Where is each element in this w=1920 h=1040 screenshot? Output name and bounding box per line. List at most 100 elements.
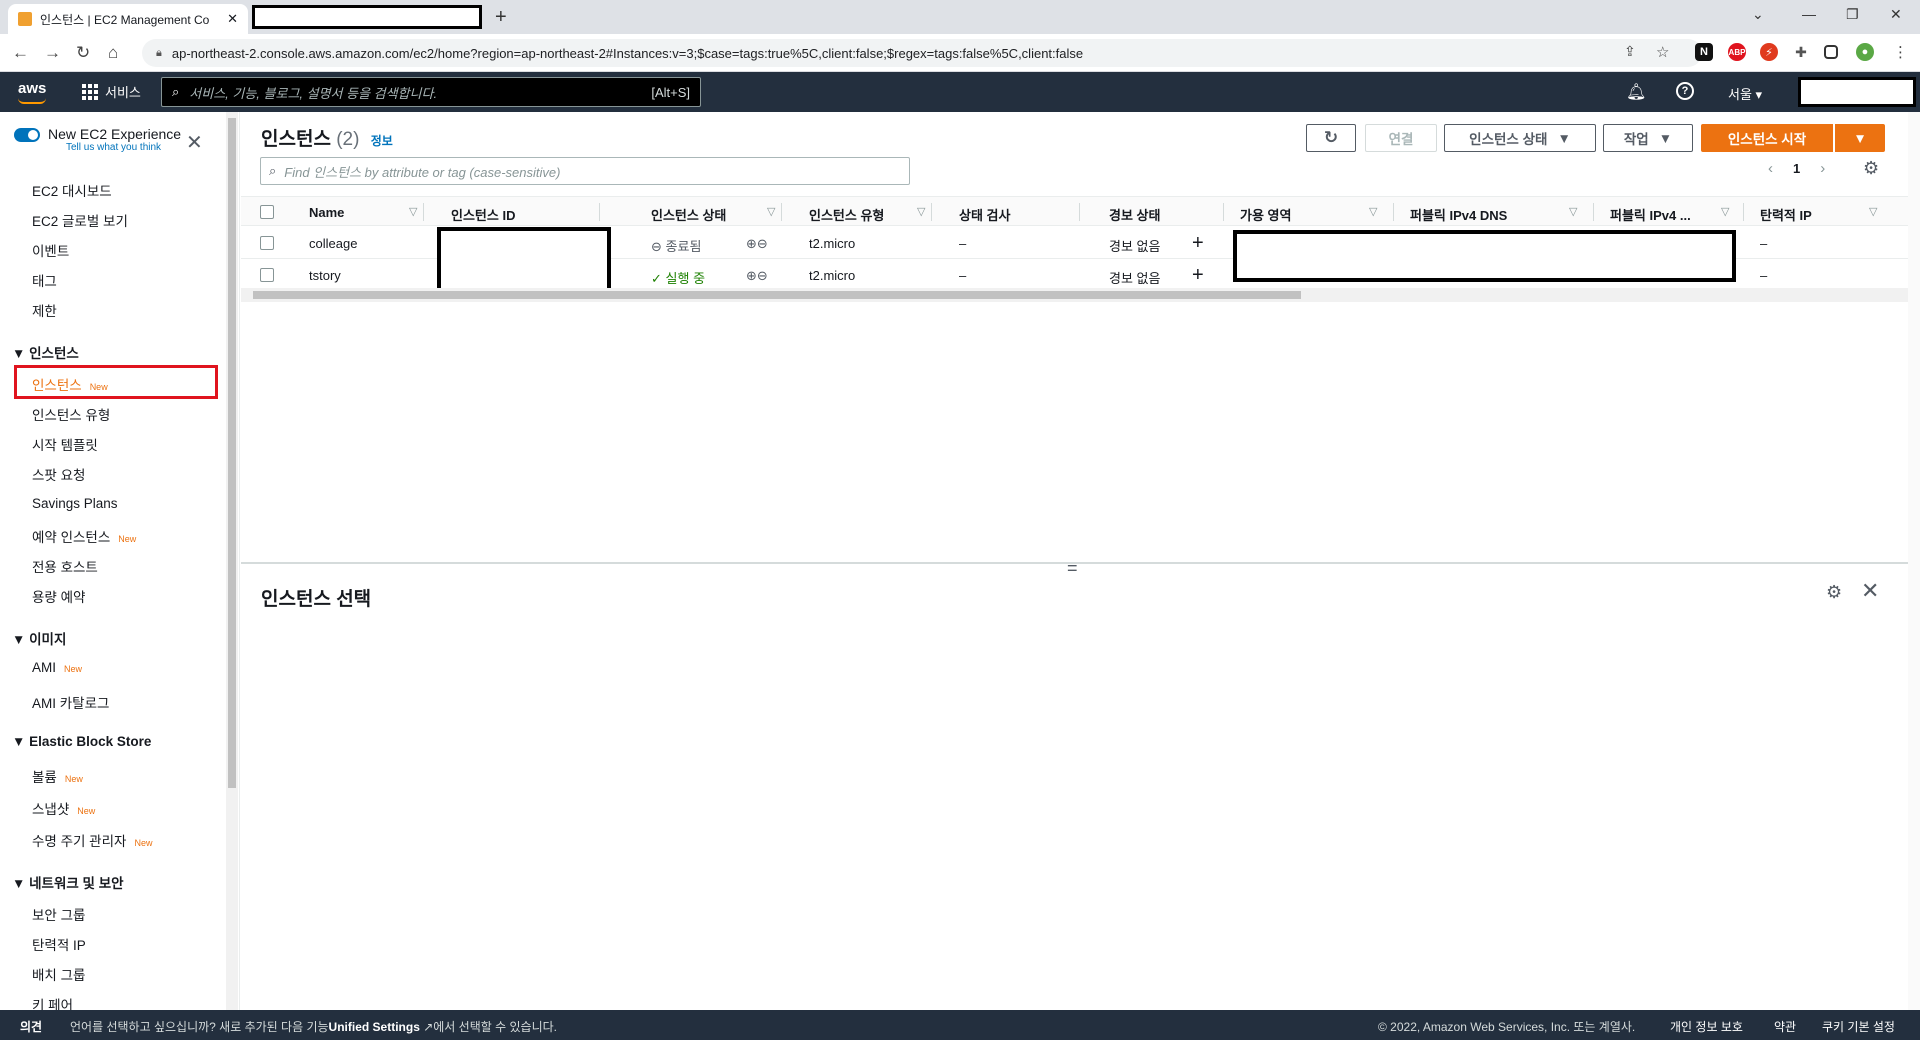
help-icon[interactable]: ? [1676, 82, 1694, 100]
sort-icon[interactable]: ▽ [1569, 205, 1577, 218]
feedback-link[interactable]: 의견 [20, 1018, 42, 1035]
unified-settings-link[interactable]: Unified Settings [329, 1020, 420, 1034]
row-checkbox[interactable] [260, 236, 274, 250]
sort-icon[interactable]: ▽ [917, 205, 925, 218]
col-separator[interactable] [1393, 203, 1394, 221]
sidebar-item-elastic-ips[interactable]: 탄력적 IP [32, 934, 86, 954]
table-scroll-thumb[interactable] [253, 291, 1301, 299]
sidebar-item-capacity-reservations[interactable]: 용량 예약 [32, 586, 85, 606]
privacy-link[interactable]: 개인 정보 보호 [1670, 1018, 1743, 1035]
aws-search-input[interactable]: ⌕ 서비스, 기능, 블로그, 설명서 등을 검색합니다. [Alt+S] [161, 77, 701, 107]
col-separator[interactable] [931, 203, 932, 221]
forward-icon[interactable]: → [44, 43, 61, 63]
main-scrollbar[interactable] [1908, 112, 1920, 1010]
add-alarm-plus-icon[interactable]: + [1192, 264, 1204, 287]
col-availability-zone[interactable]: 가용 영역 [1240, 205, 1291, 224]
sidebar-item-tags[interactable]: 태그 [32, 270, 57, 290]
sidebar-item-dedicated-hosts[interactable]: 전용 호스트 [32, 556, 98, 576]
col-alarm-status[interactable]: 경보 상태 [1109, 205, 1160, 224]
col-separator[interactable] [1593, 203, 1594, 221]
sidebar-item-launch-templates[interactable]: 시작 템플릿 [32, 434, 98, 454]
sidebar-item-events[interactable]: 이벤트 [32, 240, 69, 260]
detail-close-icon[interactable]: ✕ [1861, 578, 1879, 604]
select-all-checkbox[interactable] [260, 205, 274, 219]
launch-instances-button[interactable]: 인스턴스 시작 [1701, 124, 1833, 152]
col-public-ipv4[interactable]: 퍼블릭 IPv4 ... [1610, 205, 1691, 224]
col-status-check[interactable]: 상태 검사 [959, 205, 1010, 224]
adblock-extension-icon[interactable]: ABP [1728, 43, 1746, 61]
redacted-tab[interactable] [252, 5, 482, 29]
back-icon[interactable]: ← [12, 43, 29, 63]
col-separator[interactable] [1079, 203, 1080, 221]
filter-input[interactable]: ⌕ Find 인스턴스 by attribute or tag (case-se… [260, 157, 910, 185]
sidebar-item-savings-plans[interactable]: Savings Plans [32, 496, 118, 511]
close-sidebar-icon[interactable]: ✕ [186, 130, 203, 155]
drag-handle-icon[interactable]: = [1067, 558, 1078, 579]
sidebar-section-instances[interactable]: ▼ 인스턴스 [12, 342, 79, 362]
connect-button[interactable]: 연결 [1365, 124, 1437, 152]
launch-dropdown-button[interactable]: ▼ [1835, 124, 1885, 152]
sidebar-item-lifecycle-manager[interactable]: 수명 주기 관리자 New [32, 830, 152, 850]
sidebar-section-network[interactable]: ▼ 네트워크 및 보안 [12, 872, 124, 892]
red-extension-icon[interactable]: ⚡ [1760, 43, 1778, 61]
account-menu-redacted[interactable] [1798, 77, 1916, 107]
sidebar-item-reserved-instances[interactable]: 예약 인스턴스 New [32, 526, 136, 546]
sidebar-item-ami-catalog[interactable]: AMI 카탈로그 [32, 692, 109, 712]
close-tab-icon[interactable]: ✕ [227, 11, 238, 27]
zoom-icons[interactable]: ⊕⊖ [746, 268, 768, 284]
refresh-button[interactable]: ↻ [1306, 124, 1356, 152]
table-preferences-gear-icon[interactable]: ⚙ [1863, 158, 1879, 179]
col-name[interactable]: Name [309, 205, 344, 220]
notion-extension-icon[interactable]: N [1695, 43, 1713, 61]
sidebar-item-dashboard[interactable]: EC2 대시보드 [32, 180, 112, 200]
cookie-preferences-link[interactable]: 쿠키 기본 설정 [1822, 1018, 1895, 1035]
page-number[interactable]: 1 [1793, 161, 1800, 176]
notifications-bell-icon[interactable]: 🔔︎ [1626, 82, 1646, 102]
sort-icon[interactable]: ▽ [767, 205, 775, 218]
minimize-icon[interactable]: — [1802, 6, 1816, 22]
extensions-puzzle-icon[interactable]: ✚ [1792, 43, 1810, 61]
side-panel-icon[interactable] [1824, 45, 1838, 59]
col-instance-state[interactable]: 인스턴스 상태 [651, 205, 726, 224]
col-separator[interactable] [1223, 203, 1224, 221]
col-separator[interactable] [423, 203, 424, 221]
bookmark-star-icon[interactable]: ☆ [1656, 43, 1669, 61]
detail-settings-gear-icon[interactable]: ⚙ [1826, 582, 1842, 603]
col-separator[interactable] [781, 203, 782, 221]
services-menu[interactable]: 서비스 [82, 82, 141, 101]
sidebar-scroll-thumb[interactable] [228, 118, 236, 788]
col-elastic-ip[interactable]: 탄력적 IP [1760, 205, 1812, 224]
col-separator[interactable] [599, 203, 600, 221]
reload-icon[interactable]: ↻ [76, 43, 90, 63]
split-divider[interactable] [241, 562, 1920, 564]
actions-button[interactable]: 작업 ▼ [1603, 124, 1693, 152]
profile-avatar-icon[interactable]: ● [1856, 43, 1874, 61]
zoom-icons[interactable]: ⊕⊖ [746, 236, 768, 252]
sidebar-item-security-groups[interactable]: 보안 그룹 [32, 904, 85, 924]
home-icon[interactable]: ⌂ [108, 43, 118, 63]
sidebar-item-snapshots[interactable]: 스냅샷 New [32, 798, 95, 818]
sidebar-item-ami[interactable]: AMI New [32, 660, 82, 675]
share-icon[interactable]: ⇪ [1624, 43, 1636, 60]
col-public-dns[interactable]: 퍼블릭 IPv4 DNS [1410, 205, 1507, 224]
row-checkbox[interactable] [260, 268, 274, 282]
new-experience-toggle[interactable]: New EC2 Experience Tell us what you thin… [14, 126, 181, 153]
menu-dots-icon[interactable]: ⋮ [1893, 43, 1908, 61]
sidebar-item-limits[interactable]: 제한 [32, 300, 57, 320]
next-page-icon[interactable]: › [1820, 160, 1825, 177]
terms-link[interactable]: 약관 [1774, 1018, 1796, 1035]
region-selector[interactable]: 서울 ▾ [1728, 84, 1762, 103]
sidebar-section-ebs[interactable]: ▼ Elastic Block Store [12, 734, 151, 749]
sort-icon[interactable]: ▽ [1869, 205, 1877, 218]
col-instance-id[interactable]: 인스턴스 ID [451, 205, 515, 224]
sort-icon[interactable]: ▽ [409, 205, 417, 218]
sidebar-section-images[interactable]: ▼ 이미지 [12, 628, 66, 648]
tab-search-icon[interactable]: ⌄ [1752, 6, 1764, 23]
restore-icon[interactable]: ❐ [1846, 6, 1859, 23]
sidebar-item-placement-groups[interactable]: 배치 그룹 [32, 964, 85, 984]
prev-page-icon[interactable]: ‹ [1768, 160, 1773, 177]
browser-tab[interactable]: 인스턴스 | EC2 Management Co ✕ [8, 4, 248, 34]
address-bar[interactable]: 🔒︎ ap-northeast-2.console.aws.amazon.com… [142, 39, 1702, 67]
sort-icon[interactable]: ▽ [1721, 205, 1729, 218]
col-instance-type[interactable]: 인스턴스 유형 [809, 205, 884, 224]
